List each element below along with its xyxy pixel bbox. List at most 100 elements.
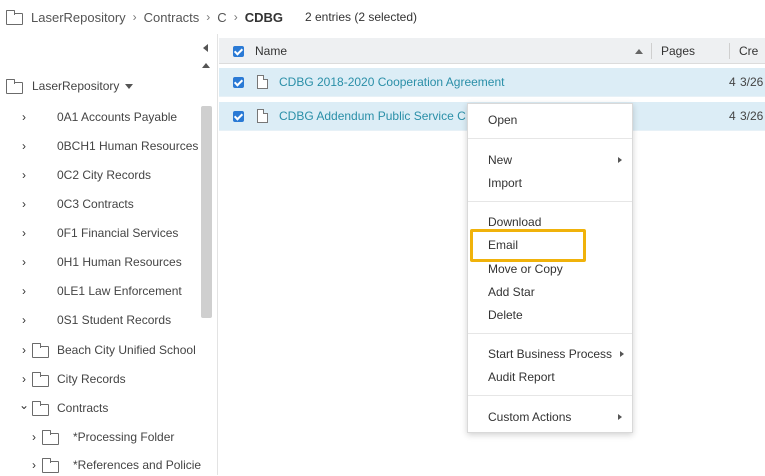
tree-item-label: 0S1 Student Records (57, 313, 172, 327)
chevron-right-icon[interactable]: › (18, 284, 30, 298)
menu-item-new[interactable]: New (488, 151, 512, 169)
breadcrumb-separator: › (206, 10, 211, 24)
menu-item-audit-label: Audit Report (488, 370, 555, 384)
tree-item[interactable]: › 0S1 Student Records (18, 309, 171, 331)
scroll-up-icon[interactable] (202, 63, 210, 68)
tree-item[interactable]: › 0C2 City Records (18, 164, 151, 186)
menu-item-custom-actions[interactable]: Custom Actions (488, 408, 571, 426)
document-icon (257, 75, 268, 89)
sort-ascending-icon[interactable] (635, 48, 643, 54)
entry-count: 2 entries (2 selected) (304, 10, 418, 24)
context-menu: Open New Import Download Email Move or C… (467, 103, 633, 433)
menu-item-custom-label: Custom Actions (488, 410, 572, 424)
row-pages: 4 (729, 75, 736, 89)
tree-item[interactable]: › 0C3 Contracts (18, 193, 134, 215)
tree-item-label: 0C3 Contracts (57, 197, 134, 211)
menu-divider (468, 201, 632, 202)
chevron-right-icon[interactable]: › (18, 255, 30, 269)
chevron-right-icon[interactable]: › (18, 313, 30, 327)
tree-subfolder-label: *References and Policie (73, 458, 202, 472)
menu-item-delete-label: Delete (488, 308, 523, 322)
menu-item-add-star[interactable]: Add Star (488, 283, 535, 301)
column-divider[interactable] (729, 43, 730, 59)
menu-item-move-or-copy[interactable]: Move or Copy (488, 260, 563, 278)
folder-icon (6, 78, 23, 94)
tree-root[interactable]: LaserRepository (6, 75, 134, 97)
tree-item-label: 0LE1 Law Enforcement (57, 284, 182, 298)
folder-tree: LaserRepository › 0A1 Accounts Payable ›… (0, 34, 218, 475)
breadcrumb-c[interactable]: C (217, 10, 226, 25)
breadcrumb-contracts[interactable]: Contracts (144, 10, 200, 25)
tree-folder-label: Contracts (57, 401, 109, 415)
row-name-link[interactable]: CDBG Addendum Public Service C (279, 109, 466, 123)
row-name-link[interactable]: CDBG 2018-2020 Cooperation Agreement (279, 75, 504, 89)
submenu-arrow-icon (618, 157, 622, 163)
menu-item-delete[interactable]: Delete (488, 306, 523, 324)
menu-item-add-star-label: Add Star (488, 285, 535, 299)
collapse-panel-icon[interactable] (203, 44, 208, 52)
row-checkbox[interactable] (233, 76, 244, 88)
menu-item-new-label: New (488, 153, 513, 167)
tree-folder[interactable]: › City Records (18, 368, 126, 390)
folder-icon (32, 342, 49, 358)
tree-subfolder[interactable]: › *Processing Folder (28, 426, 174, 448)
row-created: 3/26 (740, 109, 764, 123)
chevron-right-icon[interactable]: › (18, 139, 30, 153)
folder-icon (6, 9, 23, 25)
breadcrumb-bar: LaserRepository › Contracts › C › CDBG 2… (0, 0, 765, 34)
sort-ascending-icon-cell[interactable] (635, 38, 643, 64)
tree-folder-expanded[interactable]: ⌄ Contracts (18, 397, 108, 419)
tree-item[interactable]: › 0F1 Financial Services (18, 222, 178, 244)
folder-icon (32, 371, 49, 387)
row-checkbox[interactable] (233, 110, 244, 122)
menu-item-import-label: Import (488, 176, 523, 190)
chevron-right-icon[interactable]: › (18, 343, 30, 357)
column-name-label: Name (255, 44, 288, 58)
column-header-name[interactable]: Name (255, 38, 287, 64)
chevron-down-icon[interactable]: ⌄ (18, 398, 30, 412)
column-pages-label: Pages (661, 44, 696, 58)
column-header-created[interactable]: Cre (739, 38, 758, 64)
table-row[interactable]: CDBG 2018-2020 Cooperation Agreement 4 3… (219, 68, 765, 97)
chevron-down-icon[interactable] (125, 83, 134, 89)
chevron-right-icon[interactable]: › (18, 197, 30, 211)
tree-folder[interactable]: › Beach City Unified School (18, 339, 196, 361)
breadcrumb-root[interactable]: LaserRepository (31, 10, 126, 25)
menu-item-move-label: Move or Copy (488, 262, 563, 276)
folder-icon (42, 429, 59, 445)
breadcrumb: LaserRepository › Contracts › C › CDBG (31, 10, 283, 25)
menu-item-audit-report[interactable]: Audit Report (488, 368, 555, 386)
column-header-pages[interactable]: Pages (661, 38, 695, 64)
chevron-right-icon[interactable]: › (18, 372, 30, 386)
tree-folder-label: City Records (57, 372, 126, 386)
tree-item-label: 0A1 Accounts Payable (57, 110, 178, 124)
column-divider[interactable] (651, 43, 652, 59)
document-icon (257, 109, 268, 123)
tree-subfolder[interactable]: › *References and Policie (28, 454, 201, 476)
menu-item-import[interactable]: Import (488, 174, 522, 192)
tree-item[interactable]: › 0BCH1 Human Resources (18, 135, 198, 157)
tree-item[interactable]: › 0H1 Human Resources (18, 251, 182, 273)
menu-divider (468, 395, 632, 396)
chevron-right-icon[interactable]: › (28, 458, 40, 472)
chevron-right-icon[interactable]: › (28, 430, 40, 444)
menu-item-open[interactable]: Open (488, 111, 517, 129)
chevron-right-icon[interactable]: › (18, 168, 30, 182)
breadcrumb-separator: › (233, 10, 238, 24)
select-all-checkbox[interactable] (233, 45, 244, 57)
tree-scrollbar[interactable] (201, 106, 212, 318)
select-all-cell[interactable] (233, 38, 244, 64)
menu-item-download-label: Download (488, 215, 542, 229)
menu-divider (468, 138, 632, 139)
chevron-right-icon[interactable]: › (18, 110, 30, 124)
tree-item[interactable]: › 0LE1 Law Enforcement (18, 280, 182, 302)
email-highlight-box (470, 229, 586, 262)
breadcrumb-separator: › (132, 10, 137, 24)
chevron-right-icon[interactable]: › (18, 226, 30, 240)
menu-divider (468, 333, 632, 334)
tree-folder-label: Beach City Unified School (57, 343, 196, 357)
folder-icon (32, 400, 49, 416)
tree-item-label: 0H1 Human Resources (57, 255, 182, 269)
menu-item-start-business-process[interactable]: Start Business Process (488, 345, 612, 363)
tree-item[interactable]: › 0A1 Accounts Payable (18, 106, 177, 128)
